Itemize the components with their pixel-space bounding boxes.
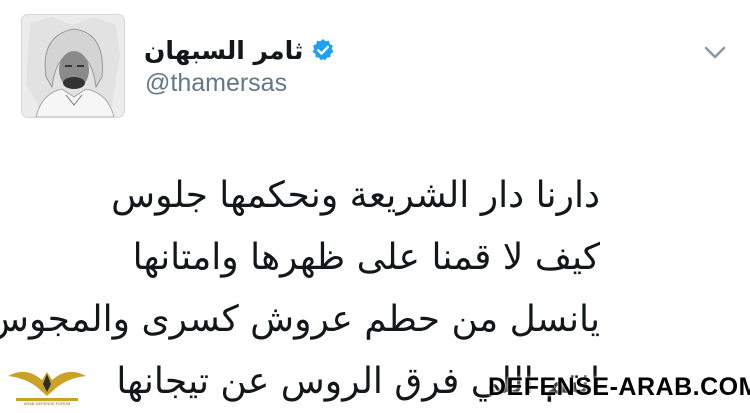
name-row: ثامر السبهان bbox=[144, 30, 335, 70]
display-name[interactable]: ثامر السبهان bbox=[144, 36, 303, 65]
watermark-logo: ARAB DEFENSE FORUM bbox=[2, 360, 92, 406]
forum-logo-icon: ARAB DEFENSE FORUM bbox=[8, 371, 86, 406]
watermark-logo-caption: ARAB DEFENSE FORUM bbox=[24, 401, 71, 406]
tweet-menu-button[interactable] bbox=[700, 40, 730, 66]
profile-photo bbox=[22, 15, 124, 117]
tweet-line: دارنا دار الشريعة ونحكمها جلوس bbox=[111, 175, 600, 216]
user-handle[interactable]: @thamersas bbox=[145, 69, 287, 98]
chevron-down-icon bbox=[704, 46, 726, 59]
verified-badge-icon bbox=[312, 39, 334, 61]
watermark-text: DEFENSE-ARAB.COM bbox=[488, 373, 750, 401]
avatar[interactable] bbox=[22, 15, 124, 117]
tweet-line: يانسل من حطم عروش كسرى والمجوس bbox=[0, 299, 600, 340]
tweet-line: كيف لا قمنا على ظهرها وامتانها bbox=[132, 237, 600, 278]
